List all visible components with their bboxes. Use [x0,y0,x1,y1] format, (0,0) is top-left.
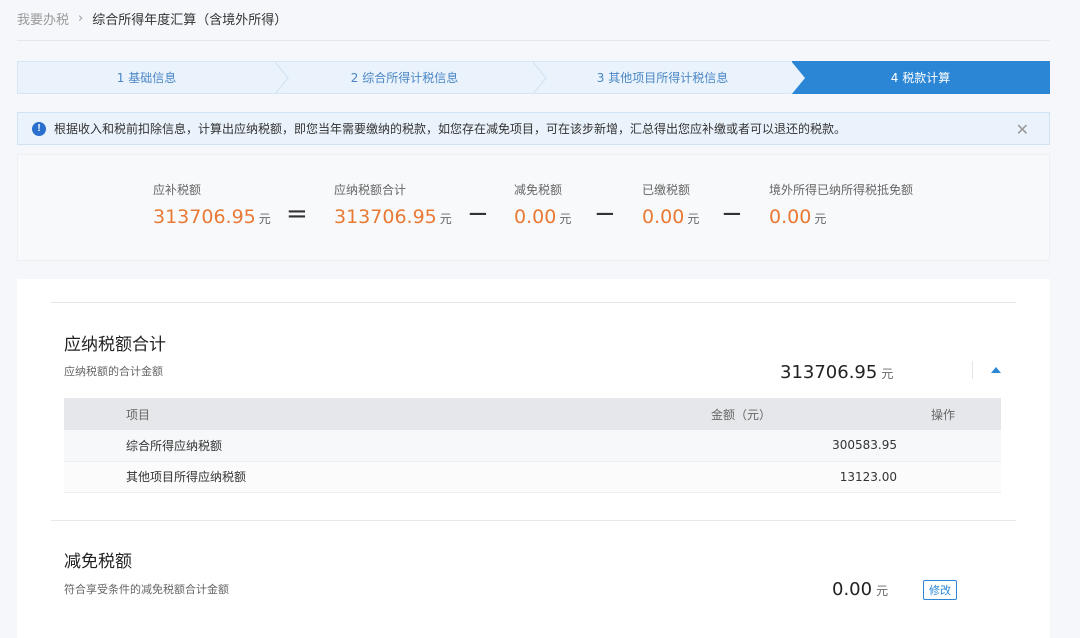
minus-sign: − [721,199,743,229]
step-label: 4 税款计算 [890,71,951,85]
step-label: 1 基础信息 [116,71,177,85]
summary-label: 减免税额 [514,183,563,197]
amount-unit: 元 [881,367,894,381]
breadcrumb-home-link[interactable]: 我要办税 [17,9,69,28]
column-header-item: 项目 [64,398,711,430]
column-header-amount: 金额（元） [711,398,911,430]
summary-unit: 元 [258,212,271,226]
step-arrow [532,61,547,95]
amount-value: 313706.95 [780,362,878,383]
summary-value: 0.00 [642,206,685,228]
reduction-amount: 0.00 元 [832,579,888,600]
edit-reduction-button[interactable]: 修改 [923,580,957,600]
amount-value: 0.00 [832,579,873,600]
tax-summary: 应补税额 313706.95 元 = 应纳税额合计 313706.95 元 − 减免… [17,154,1050,261]
summary-value: 0.00 [769,206,812,228]
detail-panel: 应纳税额合计 应纳税额的合计金额 313706.95 元 项目 金额（元） 操作 … [17,279,1050,638]
step-label: 2 综合所得计税信息 [350,71,459,85]
info-icon: ! [32,121,46,136]
summary-label: 已缴税额 [642,183,691,197]
table-header-row: 项目 金额（元） 操作 [64,398,1001,430]
section-desc-reduction: 符合享受条件的减免税额合计金额 [64,583,229,596]
step-progress: 1 基础信息 2 综合所得计税信息 3 其他项目所得计税信息 4 税款计算 [17,61,1050,95]
summary-reduction: 减免税额 0.00 元 [514,181,571,228]
summary-paid: 已缴税额 0.00 元 [642,181,699,228]
row-item-name: 综合所得应纳税额 [64,430,711,462]
step-comprehensive-income[interactable]: 2 综合所得计税信息 [276,61,547,95]
step-arrow [274,61,289,95]
close-icon[interactable]: ✕ [1016,120,1029,139]
summary-value: 0.00 [514,206,557,228]
tax-items-table: 项目 金额（元） 操作 综合所得应纳税额 300583.95 其他项目所得应纳税… [64,398,1001,493]
minus-sign: − [467,199,489,229]
table-row: 综合所得应纳税额 300583.95 [64,430,1001,462]
step-tax-calculation[interactable]: 4 税款计算 [791,61,1050,95]
summary-unit: 元 [559,212,572,226]
vertical-separator [972,361,973,379]
row-item-name: 其他项目所得应纳税额 [64,461,711,493]
page-title: 综合所得年度汇算（含境外所得） [92,12,288,28]
collapse-caret-icon[interactable] [991,367,1001,373]
section-title-total-tax: 应纳税额合计 [64,335,166,355]
summary-payable: 应补税额 313706.95 元 [153,181,271,228]
notice-text: 根据收入和税前扣除信息，计算出应纳税额，即您当年需要缴纳的税款，如您存在减免项目… [54,122,847,136]
summary-total-tax: 应纳税额合计 313706.95 元 [334,181,452,228]
info-notice: ! 根据收入和税前扣除信息，计算出应纳税额，即您当年需要缴纳的税款，如您存在减免… [17,112,1050,145]
section-divider [51,302,1016,303]
minus-sign: − [594,199,616,229]
row-item-amount: 300583.95 [711,430,911,462]
summary-value: 313706.95 [334,206,437,228]
summary-unit: 元 [814,212,827,226]
summary-label: 应纳税额合计 [334,183,407,197]
step-label: 3 其他项目所得计税信息 [596,71,729,85]
summary-value: 313706.95 [153,206,256,228]
summary-unit: 元 [687,212,700,226]
summary-foreign-credit: 境外所得已纳所得税抵免额 0.00 元 [769,181,913,228]
breadcrumb: 我要办税 › 综合所得年度汇算（含境外所得） [17,8,287,28]
table-row: 其他项目所得应纳税额 13123.00 [64,461,1001,493]
step-other-income[interactable]: 3 其他项目所得计税信息 [534,61,792,94]
section-divider [51,520,1016,521]
section-title-reduction: 减免税额 [64,552,132,572]
summary-label: 境外所得已纳所得税抵免额 [769,183,914,197]
summary-label: 应补税额 [153,183,202,197]
header-divider [17,40,1050,41]
section-desc-total-tax: 应纳税额的合计金额 [64,365,163,378]
row-item-action [911,461,1001,493]
row-item-action [911,430,1001,462]
total-tax-amount: 313706.95 元 [780,362,893,383]
row-item-amount: 13123.00 [711,461,911,493]
step-basic-info[interactable]: 1 基础信息 [17,61,289,95]
amount-unit: 元 [876,584,889,598]
equals-sign: = [286,199,308,229]
summary-unit: 元 [439,212,452,226]
chevron-right-icon: › [78,10,84,26]
column-header-action: 操作 [911,398,1001,430]
